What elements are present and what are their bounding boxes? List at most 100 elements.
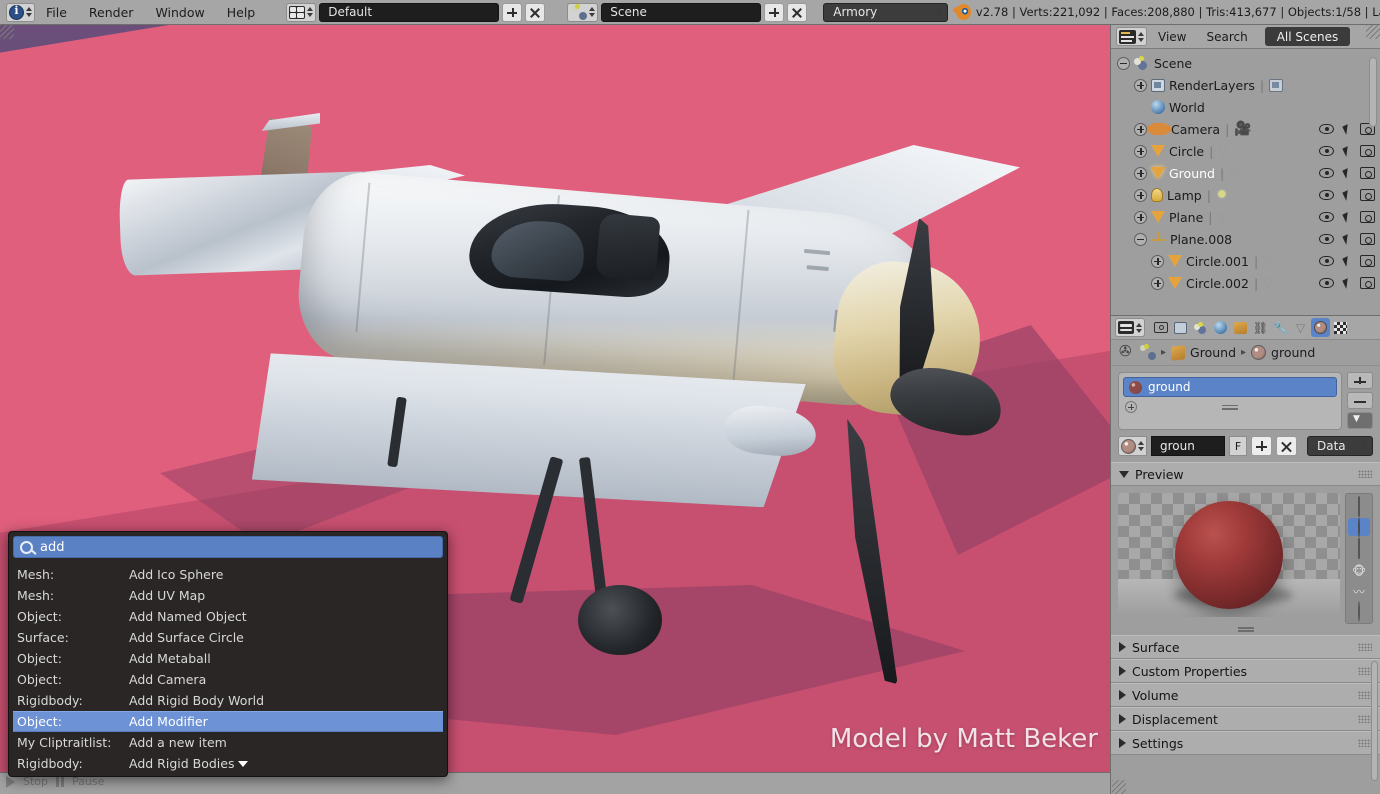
expand-icon[interactable] [1134,122,1147,136]
monkey-preview[interactable]: 🐵 [1348,560,1370,578]
outliner-row-toggles[interactable] [1319,123,1375,135]
outliner-row[interactable]: Ground | [1111,162,1380,184]
screen-layout-browse-button[interactable] [286,2,317,22]
panel-header-settings[interactable]: Settings [1111,731,1380,755]
eye-icon[interactable] [1319,124,1334,134]
expand-icon[interactable] [1151,276,1164,290]
material-slot-row[interactable]: ground [1123,377,1337,397]
material-tab[interactable] [1311,318,1330,337]
cursor-arrow-icon[interactable] [1342,255,1352,267]
remove-material-slot-button[interactable] [1347,392,1373,409]
eye-icon[interactable] [1319,278,1334,288]
panel-drag-dots-icon[interactable] [1358,715,1372,723]
world-preview[interactable] [1348,600,1370,622]
material-link-dropdown[interactable]: Data [1307,436,1373,456]
search-result-item[interactable]: My Cliptraitlist: Add a new item [13,732,443,753]
material-slot-list[interactable]: ground [1118,372,1342,430]
outliner-row-toggles[interactable] [1319,145,1375,157]
camera-icon[interactable] [1360,167,1375,179]
outliner-scrollbar[interactable] [1369,57,1377,127]
object-tab[interactable] [1231,318,1250,337]
camera-icon[interactable] [1360,211,1375,223]
expand-icon[interactable] [1151,254,1164,268]
material-preview-render[interactable] [1118,493,1340,617]
eye-icon[interactable] [1319,146,1334,156]
camera-icon[interactable] [1360,233,1375,245]
delete-scene-button[interactable] [787,2,808,22]
area-corner-grip[interactable] [1366,25,1380,39]
camera-icon[interactable] [1360,145,1375,157]
modifiers-tab[interactable]: 🔧 [1271,318,1290,337]
search-result-item[interactable]: Surface: Add Surface Circle [13,627,443,648]
search-result-item[interactable]: Rigidbody: Add Rigid Bodies [13,753,443,774]
cursor-arrow-icon[interactable] [1342,123,1352,135]
outliner-editor[interactable]: View Search All Scenes Scene RenderLayers… [1110,25,1380,315]
add-scene-button[interactable] [764,2,785,22]
render-engine-dropdown[interactable]: Armory [823,2,948,22]
outliner-row-toggles[interactable] [1319,255,1375,267]
panel-drag-dots-icon[interactable] [1358,470,1372,478]
panel-header-displacement[interactable]: Displacement [1111,707,1380,731]
cursor-arrow-icon[interactable] [1342,233,1352,245]
search-result-item[interactable]: Object: Add Metaball [13,648,443,669]
properties-editor[interactable]: ⛓ 🔧 ▽ ▸ Ground ▸ ground ground [1110,315,1380,794]
panel-header-volume[interactable]: Volume [1111,683,1380,707]
datablock-icon[interactable] [1218,210,1232,225]
panel-header-surface[interactable]: Surface [1111,635,1380,659]
outliner-row-toggles[interactable] [1319,167,1375,179]
expand-icon[interactable] [1134,78,1147,92]
panel-drag-dots-icon[interactable] [1358,739,1372,747]
panel-header-preview[interactable]: Preview [1111,462,1380,486]
delete-screen-layout-button[interactable] [525,2,546,22]
outliner-row-toggles[interactable] [1319,211,1375,223]
play-icon[interactable] [6,775,15,788]
collapse-icon[interactable] [1134,232,1147,246]
outliner-row[interactable]: RenderLayers | [1111,74,1380,96]
scene-tab[interactable] [1191,318,1210,337]
search-result-item[interactable]: Mesh: Add UV Map [13,585,443,606]
camera-icon[interactable] [1360,255,1375,267]
outliner-tree[interactable]: SceneRenderLayers|WorldCamera|🎥Circle|Gr… [1111,49,1380,294]
eye-icon[interactable] [1319,168,1334,178]
editor-type-selector-info[interactable] [6,2,35,22]
scene-name-field[interactable]: Scene [601,2,762,22]
search-result-item[interactable]: Object: Add Camera [13,669,443,690]
panel-drag-dots-icon[interactable] [1358,643,1372,651]
material-name-field[interactable]: groun [1151,436,1225,456]
datablock-icon[interactable] [1263,254,1277,269]
cursor-arrow-icon[interactable] [1342,277,1352,289]
outliner-row-toggles[interactable] [1319,189,1375,201]
datablock-icon[interactable]: 🎥 [1234,121,1251,137]
world-tab[interactable] [1211,318,1230,337]
expand-list-icon[interactable] [1125,401,1137,413]
flat-preview[interactable] [1348,495,1370,517]
breadcrumb-material[interactable]: ground [1271,345,1315,360]
menu-file[interactable]: File [35,5,78,20]
expand-icon[interactable] [1134,166,1147,180]
render-layers-tab[interactable] [1171,318,1190,337]
datablock-icon[interactable] [1263,276,1277,291]
datablock-icon[interactable] [1229,166,1243,181]
outliner-row[interactable]: Circle | [1111,140,1380,162]
properties-collapsed-panels[interactable]: Surface Custom Properties Volume Displaceme… [1111,635,1380,755]
panel-drag-dots-icon[interactable] [1358,667,1372,675]
datablock-icon[interactable] [1269,78,1284,92]
outliner-row[interactable]: Plane | [1111,206,1380,228]
eye-icon[interactable] [1319,256,1334,266]
cursor-arrow-icon[interactable] [1342,145,1352,157]
menu-help[interactable]: Help [216,5,267,20]
cursor-arrow-icon[interactable] [1342,167,1352,179]
search-result-item[interactable]: Object: Add Modifier [13,711,443,732]
menu-window[interactable]: Window [144,5,215,20]
outliner-row[interactable]: Camera | 🎥 [1111,118,1380,140]
pause-icon[interactable] [56,776,65,787]
expand-icon[interactable] [1134,144,1147,158]
panel-header-custom-properties[interactable]: Custom Properties [1111,659,1380,683]
add-material-slot-button[interactable] [1347,372,1373,389]
camera-icon[interactable] [1360,189,1375,201]
datablock-icon[interactable]: ✹ [1216,187,1228,203]
sphere-preview[interactable] [1348,516,1370,538]
constraints-tab[interactable]: ⛓ [1251,318,1270,337]
outliner-row[interactable]: Circle.002 | [1111,272,1380,294]
outliner-row-toggles[interactable] [1319,233,1375,245]
